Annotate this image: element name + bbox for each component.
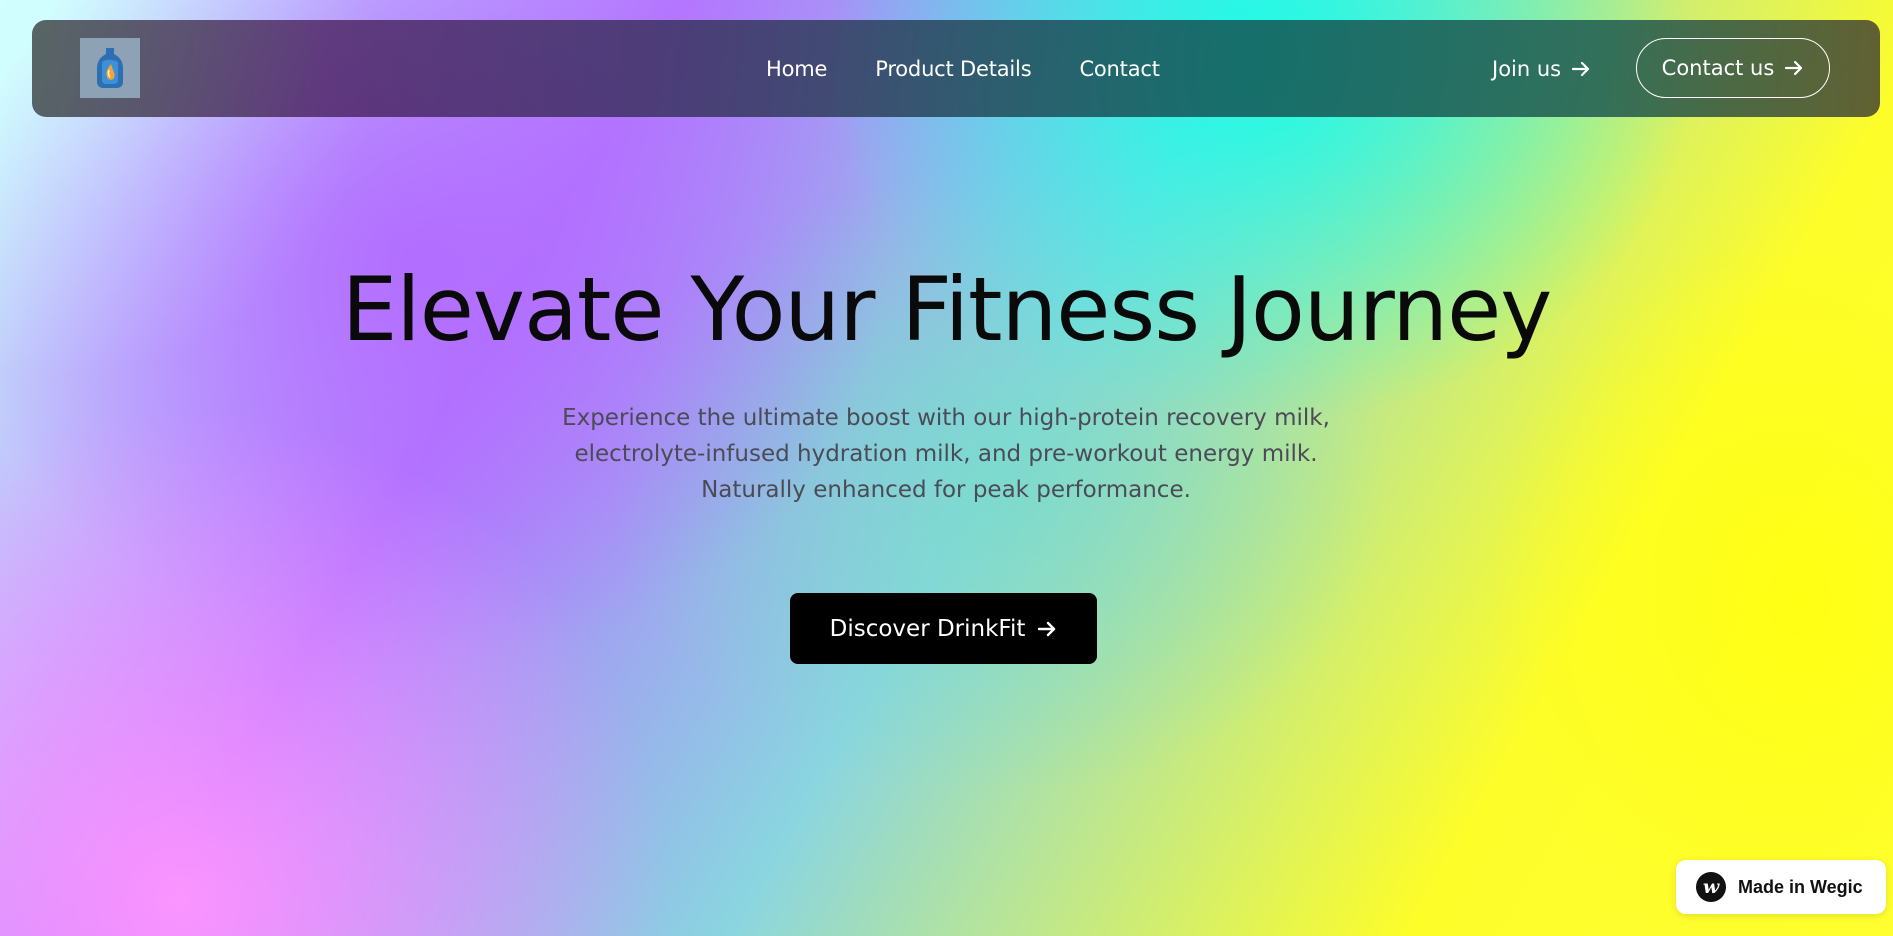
page: Home Product Details Contact Join us Con… — [0, 0, 1893, 936]
join-us-link[interactable]: Join us — [1492, 20, 1591, 117]
cta-label: Discover DrinkFit — [829, 615, 1026, 642]
nav-link-home[interactable]: Home — [766, 57, 827, 81]
arrow-right-icon — [1572, 61, 1590, 76]
nav-link-contact[interactable]: Contact — [1079, 57, 1160, 81]
hero-subtitle-line: electrolyte-infused hydration milk, and … — [574, 441, 1318, 467]
contact-us-label: Contact us — [1661, 56, 1775, 80]
hero-subtitle-line: Naturally enhanced for peak performance. — [701, 477, 1191, 503]
discover-drinkfit-button[interactable]: Discover DrinkFit — [790, 593, 1097, 664]
made-in-wegic-badge[interactable]: w Made in Wegic — [1676, 860, 1886, 914]
nav-links: Home Product Details Contact — [766, 20, 1160, 117]
badge-label: Made in Wegic — [1738, 876, 1863, 897]
nav-link-product-details[interactable]: Product Details — [875, 57, 1031, 81]
navbar: Home Product Details Contact Join us Con… — [32, 20, 1880, 117]
bottle-logo-icon — [97, 48, 123, 88]
wegic-logo-icon: w — [1696, 872, 1726, 902]
site-logo[interactable] — [80, 38, 140, 98]
arrow-right-icon — [1785, 60, 1803, 76]
hero-subtitle-line: Experience the ultimate boost with our h… — [562, 405, 1330, 431]
join-us-label: Join us — [1492, 56, 1562, 81]
hero-subtitle: Experience the ultimate boost with our h… — [546, 400, 1346, 508]
arrow-right-icon — [1038, 621, 1056, 636]
contact-us-button[interactable]: Contact us — [1636, 38, 1830, 98]
hero-title: Elevate Your Fitness Journey — [341, 258, 1553, 361]
